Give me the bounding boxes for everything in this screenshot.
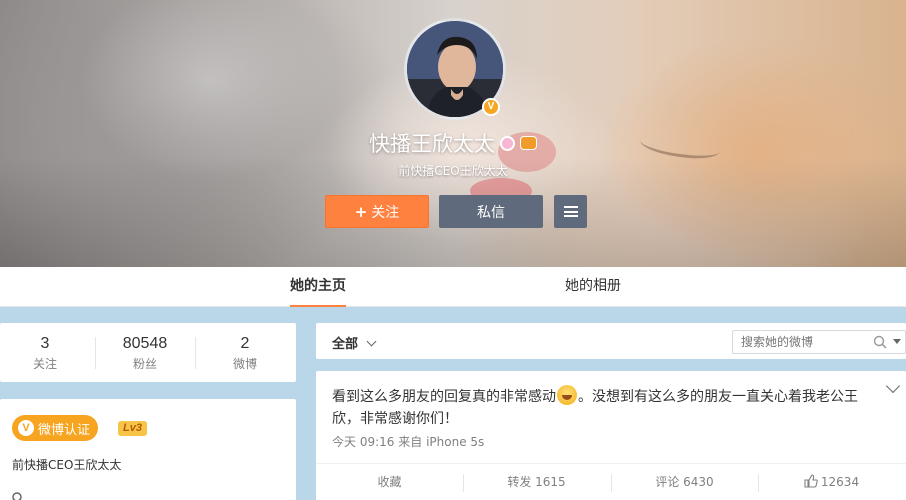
follow-button[interactable]: + 关注: [325, 195, 429, 228]
stats-card: 3 关注 80548 粉丝 2 微博: [0, 323, 296, 382]
post-text-part-1: 看到这么多朋友的回复真的非常感动: [332, 389, 556, 405]
stat-posts-count: 2: [240, 335, 250, 352]
post-options-chevron-icon[interactable]: [885, 378, 901, 394]
thumbs-up-icon: [804, 474, 818, 488]
like-count: 12634: [820, 475, 860, 489]
chevron-down-icon: [366, 336, 377, 347]
post-time[interactable]: 今天 09:16: [332, 435, 394, 449]
repost-button[interactable]: 转发 1615: [463, 464, 610, 500]
verified-description: 前快播CEO王欣太太: [12, 458, 122, 472]
search-box: [732, 330, 906, 354]
like-button[interactable]: 12634: [758, 464, 905, 500]
level-badge[interactable]: Lv3: [118, 421, 147, 436]
message-button-label: 私信: [477, 204, 505, 221]
filter-dropdown[interactable]: 全部: [332, 333, 377, 352]
more-menu-button[interactable]: [554, 195, 587, 228]
feed-post: 看到这么多朋友的回复真的非常感动 。没想到有这么多的朋友一直关心着我老公王欣，非常…: [316, 371, 906, 500]
profile-name: 快播王欣太太: [369, 132, 495, 156]
post-text: 看到这么多朋友的回复真的非常感动 。没想到有这么多的朋友一直关心着我老公王欣，非常…: [332, 385, 867, 430]
laugh-emoji-icon: [557, 385, 577, 405]
post-source[interactable]: iPhone 5s: [426, 435, 484, 449]
feed-filter-bar: 全部: [316, 323, 906, 359]
stat-posts-label: 微博: [232, 357, 257, 371]
post-meta: 今天 09:16 来自 iPhone 5s: [332, 433, 484, 450]
menu-icon: [563, 206, 578, 217]
verified-badge-icon: V: [482, 98, 500, 116]
post-source-prefix: 来自: [398, 435, 423, 449]
weibo-verified-badge[interactable]: V 微博认证: [12, 415, 98, 441]
filter-dropdown-label: 全部: [332, 337, 359, 352]
search-icon[interactable]: [873, 335, 887, 349]
search-input[interactable]: [733, 331, 863, 353]
stat-fans-count: 80548: [122, 335, 168, 352]
favorite-button[interactable]: 收藏: [316, 464, 463, 500]
message-button[interactable]: 私信: [439, 195, 543, 228]
tab-album[interactable]: 她的相册: [565, 267, 621, 307]
stat-fans-label: 粉丝: [132, 357, 157, 371]
info-card: V 微博认证 Lv3 前快播CEO王欣太太: [0, 399, 296, 500]
search-dropdown-caret-icon[interactable]: [893, 339, 901, 344]
verified-label: 微博认证: [38, 422, 91, 438]
profile-cover: V 快播王欣太太 前快播CEO王欣太太 + 关注 私信: [0, 0, 906, 267]
tab-home[interactable]: 她的主页: [290, 267, 346, 307]
info-more-icon: [12, 491, 22, 500]
stat-following-count: 3: [40, 335, 50, 352]
plus-icon: +: [354, 202, 368, 221]
profile-subtitle: 前快播CEO王欣太太: [398, 164, 508, 178]
profile-name-row: 快播王欣太太: [0, 128, 906, 158]
post-actions: 收藏 转发 1615 评论 6430 12634: [316, 463, 906, 500]
profile-tabs: 她的主页 她的相册: [0, 267, 906, 307]
vip-crown-icon[interactable]: [520, 136, 537, 150]
member-badge-icon[interactable]: [500, 135, 515, 151]
stat-posts[interactable]: 2 微博: [195, 323, 295, 372]
comment-button[interactable]: 评论 6430: [611, 464, 758, 500]
follow-button-label: 关注: [371, 204, 400, 221]
stat-following-label: 关注: [32, 357, 57, 371]
stat-fans[interactable]: 80548 粉丝: [95, 323, 195, 372]
verified-v-icon: V: [18, 420, 34, 436]
stat-following[interactable]: 3 关注: [0, 323, 95, 372]
